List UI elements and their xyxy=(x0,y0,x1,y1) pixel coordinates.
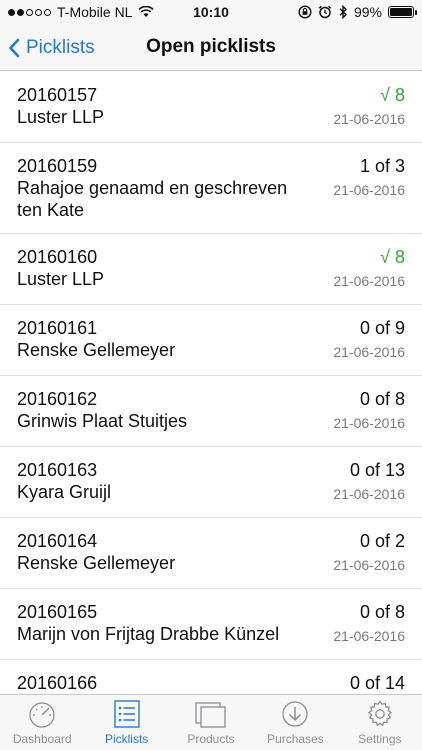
picklist-progress: 0 of 14 xyxy=(349,673,405,693)
picklist-number: 20160163 xyxy=(17,460,98,480)
back-button-label: Picklists xyxy=(26,36,95,58)
picklist-info: 20160160 Luster LLP xyxy=(17,246,305,292)
status-right: 99% xyxy=(298,4,417,20)
signal-dot xyxy=(17,8,24,16)
battery-percentage: 99% xyxy=(353,4,382,20)
picklist-number: 20160164 xyxy=(17,531,98,551)
picklist-status: 0 of 9 21-06-2016 xyxy=(305,317,405,363)
picklist-status: 0 of 14 xyxy=(305,672,405,694)
picklist-date: 21-06-2016 xyxy=(333,182,405,198)
picklist-progress: 0 of 8 xyxy=(359,602,405,622)
status-left: T-Mobile NL xyxy=(8,4,298,20)
picklist-number: 20160162 xyxy=(17,389,98,409)
picklist-customer: Grinwis Plaat Stuitjes xyxy=(17,411,188,431)
picklist-status: 0 of 8 21-06-2016 xyxy=(305,601,405,647)
battery-icon xyxy=(388,6,417,18)
picklist-info: 20160164 Renske Gellemeyer xyxy=(17,530,305,576)
picklist-status: 1 of 3 21-06-2016 xyxy=(305,155,405,221)
picklist-info: 20160163 Kyara Gruijl xyxy=(17,459,305,505)
picklist-status: 0 of 2 21-06-2016 xyxy=(305,530,405,576)
picklist-number: 20160166 xyxy=(17,673,98,693)
battery-level xyxy=(390,8,412,16)
picklist-date: 21-06-2016 xyxy=(333,628,405,644)
picklist-date: 21-06-2016 xyxy=(333,486,405,502)
products-icon xyxy=(194,699,228,729)
picklist-row[interactable]: 20160162 Grinwis Plaat Stuitjes 0 of 8 2… xyxy=(0,376,422,447)
picklist-date: 21-06-2016 xyxy=(333,557,405,573)
picklist-row[interactable]: 20160160 Luster LLP √ 8 21-06-2016 xyxy=(0,234,422,305)
picklist-progress: √ 8 xyxy=(380,85,405,105)
picklist-row[interactable]: 20160161 Renske Gellemeyer 0 of 9 21-06-… xyxy=(0,305,422,376)
picklist-row[interactable]: 20160166 0 of 14 xyxy=(0,660,422,694)
rotation-lock-icon xyxy=(298,5,312,19)
picklist-row[interactable]: 20160157 Luster LLP √ 8 21-06-2016 xyxy=(0,72,422,143)
navigation-bar: Picklists Open picklists xyxy=(0,24,422,71)
picklist-number: 20160161 xyxy=(17,318,98,338)
picklist-info: 20160162 Grinwis Plaat Stuitjes xyxy=(17,388,305,434)
tab-settings[interactable]: Settings xyxy=(338,695,422,750)
signal-dot xyxy=(26,8,33,16)
list-icon xyxy=(110,699,144,729)
picklist-number: 20160165 xyxy=(17,602,98,622)
picklist-info: 20160157 Luster LLP xyxy=(17,84,305,130)
picklist-info: 20160161 Renske Gellemeyer xyxy=(17,317,305,363)
picklist-customer: Marijn von Frijtag Drabbe Künzel xyxy=(17,624,280,644)
wifi-icon xyxy=(138,6,155,17)
picklist-customer: Luster LLP xyxy=(17,269,105,289)
signal-dot xyxy=(35,8,42,16)
picklist-number: 20160160 xyxy=(17,247,98,267)
signal-dot xyxy=(8,8,15,16)
picklist-customer: Kyara Gruijl xyxy=(17,482,112,502)
gear-icon xyxy=(363,699,397,729)
signal-dot xyxy=(44,8,51,16)
tab-label: Purchases xyxy=(267,732,324,746)
picklist-progress: 0 of 13 xyxy=(349,460,405,480)
picklist-info: 20160159 Rahajoe genaamd en geschreven t… xyxy=(17,155,305,221)
picklist-date: 21-06-2016 xyxy=(333,415,405,431)
tab-dashboard[interactable]: Dashboard xyxy=(0,695,84,750)
tab-products[interactable]: Products xyxy=(169,695,253,750)
gauge-icon xyxy=(25,699,59,729)
picklist-customer: Renske Gellemeyer xyxy=(17,340,176,360)
chevron-left-icon xyxy=(9,38,20,57)
picklist-status: 0 of 13 21-06-2016 xyxy=(305,459,405,505)
picklist-customer: Renske Gellemeyer xyxy=(17,553,176,573)
alarm-icon xyxy=(318,5,332,19)
tab-label: Dashboard xyxy=(12,732,72,746)
picklist-customer: Luster LLP xyxy=(17,107,105,127)
picklist-status: √ 8 21-06-2016 xyxy=(305,84,405,130)
tab-label: Products xyxy=(187,732,235,746)
picklist-progress: 0 of 2 xyxy=(359,531,405,551)
picklist-list[interactable]: 20160157 Luster LLP √ 8 21-06-2016 20160… xyxy=(0,72,422,694)
picklist-progress: 1 of 3 xyxy=(359,156,405,176)
back-button[interactable]: Picklists xyxy=(8,24,95,71)
picklist-progress: √ 8 xyxy=(380,247,405,267)
bluetooth-icon xyxy=(339,5,347,19)
picklist-number: 20160159 xyxy=(17,156,98,176)
download-circle-icon xyxy=(278,699,312,729)
picklist-row[interactable]: 20160163 Kyara Gruijl 0 of 13 21-06-2016 xyxy=(0,447,422,518)
picklist-status: 0 of 8 21-06-2016 xyxy=(305,388,405,434)
picklist-progress: 0 of 9 xyxy=(359,318,405,338)
picklist-customer: Rahajoe genaamd en geschreven ten Kate xyxy=(17,178,288,220)
picklist-date: 21-06-2016 xyxy=(333,111,405,127)
status-bar: T-Mobile NL 10:10 99% xyxy=(0,0,422,24)
tab-label: Settings xyxy=(358,732,402,746)
picklist-date: 21-06-2016 xyxy=(333,344,405,360)
tab-label: Picklists xyxy=(104,732,149,746)
tab-bar: Dashboard Picklists Products Purchases Setti… xyxy=(0,694,422,750)
picklist-row[interactable]: 20160164 Renske Gellemeyer 0 of 2 21-06-… xyxy=(0,518,422,589)
signal-strength-icon xyxy=(8,8,51,16)
tab-picklists[interactable]: Picklists xyxy=(84,695,168,750)
picklist-date: 21-06-2016 xyxy=(333,273,405,289)
tab-purchases[interactable]: Purchases xyxy=(253,695,337,750)
picklist-info: 20160165 Marijn von Frijtag Drabbe Künze… xyxy=(17,601,305,647)
picklist-info: 20160166 xyxy=(17,672,305,694)
picklist-number: 20160157 xyxy=(17,85,98,105)
carrier-name: T-Mobile NL xyxy=(57,4,133,20)
picklist-progress: 0 of 8 xyxy=(359,389,405,409)
picklist-row[interactable]: 20160159 Rahajoe genaamd en geschreven t… xyxy=(0,143,422,234)
picklist-row[interactable]: 20160165 Marijn von Frijtag Drabbe Künze… xyxy=(0,589,422,660)
picklist-status: √ 8 21-06-2016 xyxy=(305,246,405,292)
